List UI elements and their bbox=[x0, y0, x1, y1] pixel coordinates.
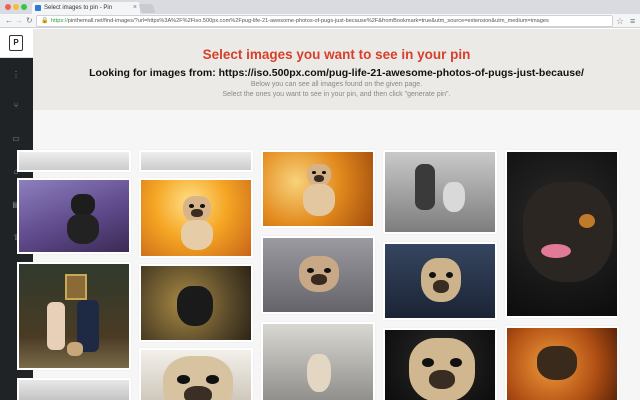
image-card[interactable] bbox=[261, 322, 375, 400]
maximize-window-button[interactable] bbox=[21, 4, 27, 10]
image-thumbnail bbox=[141, 266, 251, 340]
image-card[interactable] bbox=[17, 150, 131, 172]
page-title: Select images you want to see in your pi… bbox=[202, 47, 471, 62]
image-card[interactable] bbox=[139, 178, 253, 258]
image-card[interactable] bbox=[17, 178, 131, 254]
image-thumbnail bbox=[141, 152, 251, 170]
image-thumbnail bbox=[19, 180, 129, 252]
instructions-line-1: Below you can see all images found on th… bbox=[250, 81, 423, 88]
minimize-window-button[interactable] bbox=[13, 4, 19, 10]
close-window-button[interactable] bbox=[5, 4, 11, 10]
monitor-icon[interactable]: ▭ bbox=[9, 133, 23, 145]
browser-tab[interactable]: Select images to pin - Pin × bbox=[32, 2, 140, 14]
pug-small bbox=[67, 342, 83, 356]
image-thumbnail bbox=[385, 244, 495, 318]
new-tab-button[interactable] bbox=[138, 4, 156, 13]
pug-closeup bbox=[163, 356, 233, 400]
image-card[interactable] bbox=[261, 150, 375, 228]
bookmark-star-icon[interactable]: ☆ bbox=[616, 14, 624, 28]
portrait-frame bbox=[65, 274, 87, 300]
more-icon[interactable]: ⋮ bbox=[9, 69, 23, 81]
image-thumbnail bbox=[263, 152, 373, 226]
sitemap-icon[interactable]: ⑂ bbox=[9, 100, 23, 112]
address-bar[interactable]: 🔒 https://pinthemall.net/find-images/?ur… bbox=[36, 15, 613, 27]
instructions-line-2: Select the ones you want to see in your … bbox=[222, 91, 451, 98]
pug-tongue bbox=[541, 244, 571, 258]
image-thumbnail bbox=[19, 264, 129, 368]
page-header: Select images you want to see in your pi… bbox=[33, 29, 640, 110]
browser-titlebar: Select images to pin - Pin × bbox=[0, 0, 640, 14]
image-thumbnail bbox=[385, 152, 495, 232]
pug-lying bbox=[299, 256, 339, 292]
image-thumbnail bbox=[141, 350, 251, 400]
pug-body bbox=[181, 220, 213, 250]
person-woman bbox=[47, 302, 65, 350]
forward-button[interactable]: → bbox=[15, 15, 23, 27]
image-thumbnail bbox=[19, 380, 129, 400]
app-logo: P bbox=[9, 35, 23, 51]
image-card[interactable] bbox=[383, 328, 497, 400]
logo-container[interactable]: P bbox=[0, 29, 33, 58]
image-thumbnail bbox=[507, 152, 617, 316]
browser-menu-icon[interactable]: ≡ bbox=[630, 14, 635, 28]
image-thumbnail bbox=[19, 152, 129, 170]
pug-body bbox=[67, 214, 99, 244]
pug-head bbox=[307, 164, 331, 186]
image-card[interactable] bbox=[139, 150, 253, 172]
image-card[interactable] bbox=[383, 242, 497, 320]
image-card[interactable] bbox=[17, 262, 131, 370]
pug-profile bbox=[523, 182, 613, 282]
image-thumbnail bbox=[141, 180, 251, 256]
image-card[interactable] bbox=[383, 150, 497, 234]
pug-bowtie bbox=[421, 258, 461, 302]
source-url-heading: Looking for images from: https://iso.500… bbox=[89, 67, 584, 79]
browser-toolbar: ← → ↻ 🔒 https://pinthemall.net/find-imag… bbox=[0, 14, 640, 28]
pug-head bbox=[71, 194, 95, 216]
pug-sitting bbox=[443, 182, 465, 212]
pug-standing bbox=[307, 354, 331, 392]
back-button[interactable]: ← bbox=[5, 15, 13, 27]
image-card[interactable] bbox=[139, 264, 253, 342]
image-card[interactable] bbox=[139, 348, 253, 400]
pug-face bbox=[409, 338, 475, 400]
tab-title: Select images to pin - Pin bbox=[44, 5, 113, 11]
image-card[interactable] bbox=[505, 150, 619, 318]
image-thumbnail bbox=[263, 238, 373, 312]
image-card[interactable] bbox=[17, 378, 131, 400]
image-thumbnail bbox=[263, 324, 373, 400]
reload-button[interactable]: ↻ bbox=[26, 15, 33, 27]
tab-close-icon[interactable]: × bbox=[133, 2, 137, 14]
url-text: pinthemall.net/find-images/?url=https%3A… bbox=[67, 18, 549, 24]
image-card[interactable] bbox=[261, 236, 375, 314]
pug-body bbox=[303, 184, 335, 216]
url-scheme: https:// bbox=[51, 18, 68, 24]
pug-leaves bbox=[537, 346, 577, 380]
image-card[interactable] bbox=[505, 326, 619, 400]
pug-black bbox=[177, 286, 213, 326]
image-grid bbox=[17, 110, 640, 400]
lock-icon: 🔒 bbox=[41, 18, 49, 24]
pug-head bbox=[183, 196, 211, 222]
child-figure bbox=[415, 164, 435, 210]
image-thumbnail bbox=[507, 328, 617, 400]
image-thumbnail bbox=[385, 330, 495, 400]
favicon-icon bbox=[35, 5, 41, 11]
